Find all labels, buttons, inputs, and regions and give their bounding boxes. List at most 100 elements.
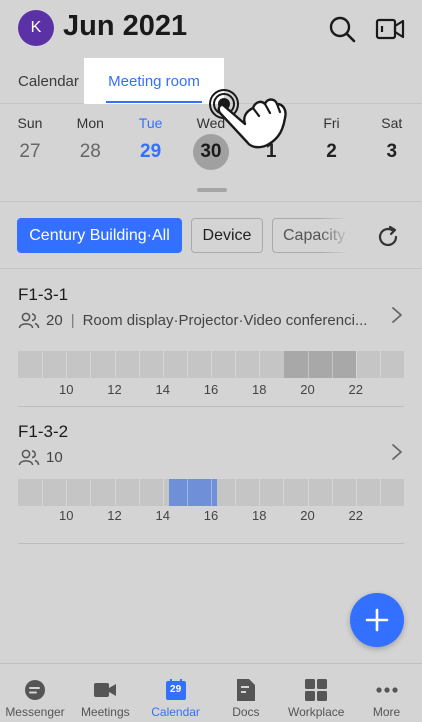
nav-label: Meetings: [80, 705, 130, 719]
hour-gridline: [138, 479, 140, 506]
messenger-icon: [25, 680, 45, 700]
nav-label: Calendar: [151, 705, 200, 719]
hour-gridline: [307, 479, 309, 506]
hour-gridline: [114, 351, 116, 378]
availability-timeline[interactable]: [18, 479, 404, 506]
hour-gridline: [307, 351, 309, 378]
hour-label: 20: [300, 508, 315, 523]
calendar-date-badge: 29: [170, 684, 182, 695]
room-meta: 20 | Room display·Projector·Video confer…: [18, 311, 367, 329]
nav-more[interactable]: More: [352, 664, 422, 722]
day-date: 27: [19, 141, 41, 162]
docs-icon: [236, 679, 255, 701]
hour-label: 16: [203, 382, 219, 397]
hour-gridline: [331, 351, 333, 378]
day-name: Tue: [138, 115, 163, 131]
hour-label: 20: [300, 382, 315, 397]
hour-gridline: [259, 479, 261, 506]
page-title[interactable]: Jun 2021: [63, 10, 187, 43]
hour-gridline: [211, 351, 212, 378]
booked-slot[interactable]: [283, 351, 356, 378]
hour-label: 22: [348, 508, 363, 523]
room-devices: Room display·Projector·Video conferenci.…: [82, 311, 368, 329]
filter-bar: Century Building·All Device Capacity: [0, 203, 422, 269]
hour-gridline: [114, 479, 116, 506]
building-filter-button[interactable]: Century Building·All: [17, 218, 182, 253]
timeline-hours: 10 12 14 16 18 20 22: [18, 508, 404, 524]
hour-gridline: [162, 351, 164, 378]
hour-gridline: [355, 479, 357, 506]
room-capacity: 20: [46, 311, 63, 329]
nav-meetings[interactable]: Meetings: [70, 664, 140, 722]
day-date: 29: [140, 141, 162, 162]
hour-label: 18: [252, 508, 267, 523]
workplace-icon: [305, 679, 328, 701]
video-meeting-icon[interactable]: [375, 14, 405, 44]
hour-gridline: [211, 479, 212, 506]
day-date: 28: [79, 141, 101, 162]
hour-gridline: [283, 351, 285, 378]
device-filter-button[interactable]: Device: [191, 218, 263, 253]
hour-gridline: [379, 351, 381, 378]
hour-gridline: [162, 479, 164, 506]
hour-gridline: [138, 351, 140, 378]
timeline-hours: 10 12 14 16 18 20 22: [18, 382, 404, 398]
nav-calendar[interactable]: 29 Calendar: [141, 664, 211, 722]
divider: [18, 406, 404, 407]
people-icon: [18, 312, 40, 329]
hour-gridline: [379, 479, 381, 506]
hour-label: 22: [348, 382, 363, 397]
hour-label: 10: [59, 382, 74, 397]
hour-gridline: [42, 351, 44, 378]
add-booking-button[interactable]: [350, 593, 404, 647]
nav-label: More: [372, 705, 401, 719]
hour-label: 12: [107, 508, 122, 523]
nav-messenger[interactable]: Messenger: [0, 664, 70, 722]
drag-handle[interactable]: [197, 188, 227, 192]
hour-gridline: [355, 351, 357, 378]
tab-calendar[interactable]: Calendar: [18, 58, 79, 104]
day-name: Mon: [76, 115, 104, 131]
hour-gridline: [42, 479, 44, 506]
room-name: F1-3-2: [18, 422, 69, 441]
refresh-icon[interactable]: [375, 224, 401, 250]
hour-label: 16: [203, 508, 219, 523]
avatar[interactable]: K: [18, 10, 54, 46]
hour-gridline: [235, 351, 237, 378]
hour-label: 14: [155, 382, 170, 397]
nav-label: Docs: [232, 705, 260, 719]
people-icon: [18, 449, 40, 466]
chevron-right-icon[interactable]: [390, 442, 404, 462]
hour-gridline: [66, 351, 68, 378]
avatar-letter: K: [30, 19, 42, 36]
nav-workplace[interactable]: Workplace: [281, 664, 351, 722]
hour-gridline: [186, 479, 188, 506]
hour-gridline: [90, 479, 92, 506]
scroll-fade: [320, 218, 350, 253]
hour-gridline: [259, 351, 261, 378]
meta-separator: |: [70, 311, 75, 329]
divider: [18, 543, 404, 544]
app-header: K Jun 2021: [0, 0, 422, 56]
day-name: Sat: [381, 115, 403, 131]
active-tab-indicator: [106, 101, 202, 103]
tab-meeting-room[interactable]: Meeting room: [84, 58, 224, 104]
chevron-right-icon[interactable]: [390, 305, 404, 325]
room-meta: 10: [18, 448, 63, 466]
hour-gridline: [186, 351, 188, 378]
bottom-nav: Messenger Meetings 29 Calendar Docs Workplace…: [0, 663, 422, 722]
hour-gridline: [235, 479, 237, 506]
availability-timeline[interactable]: [18, 351, 404, 378]
hour-label: 14: [155, 508, 170, 523]
booked-slot[interactable]: [168, 479, 218, 506]
day-date: 3: [386, 141, 398, 162]
hour-label: 12: [107, 382, 122, 397]
hour-gridline: [66, 479, 68, 506]
tap-gesture-hand-icon: [209, 89, 287, 149]
hour-label: 18: [252, 382, 267, 397]
search-icon[interactable]: [327, 14, 357, 44]
nav-label: Workplace: [287, 705, 345, 719]
hour-label: 10: [59, 508, 74, 523]
nav-docs[interactable]: Docs: [211, 664, 281, 722]
room-capacity: 10: [46, 448, 63, 466]
